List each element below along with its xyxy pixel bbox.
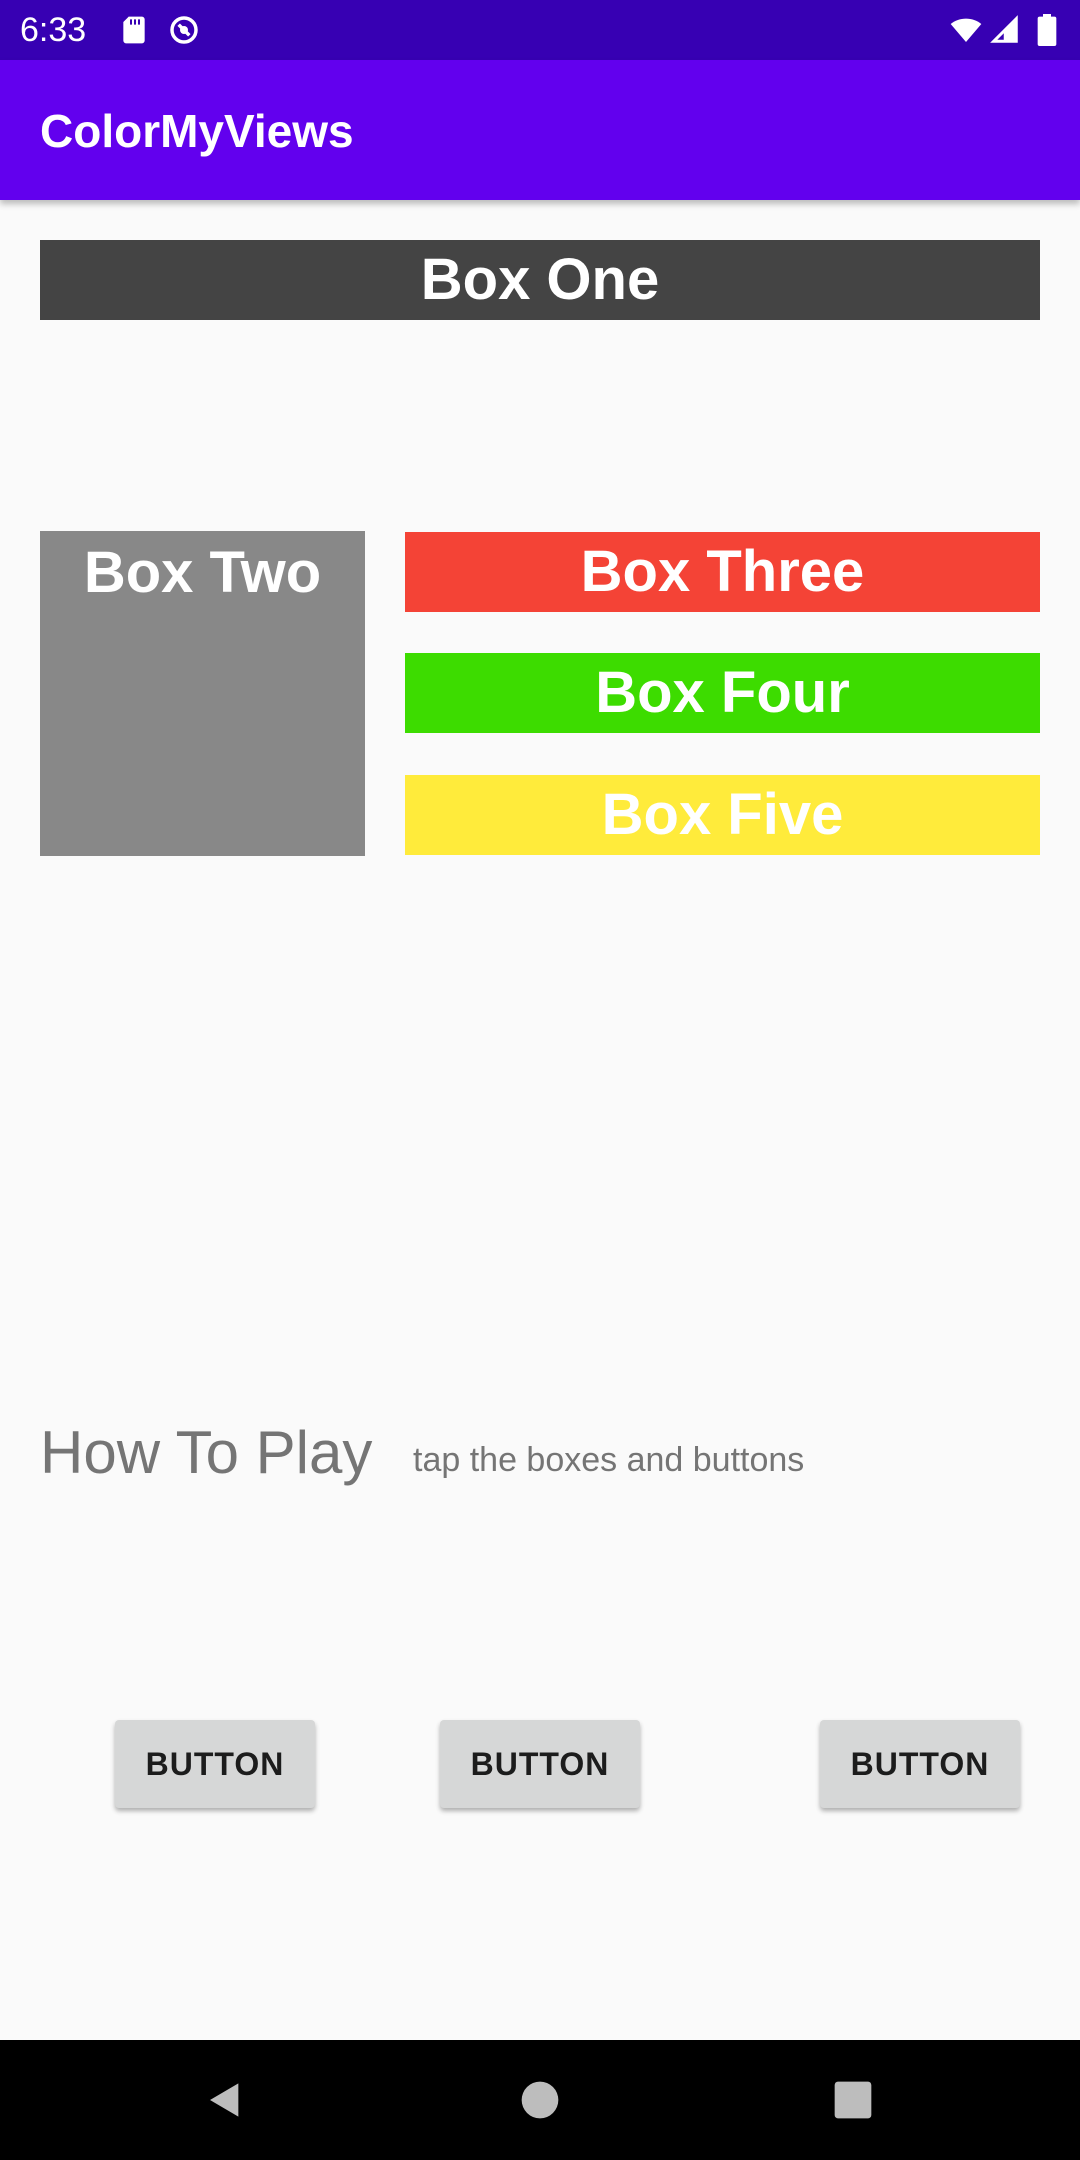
- how-to-play-label: How To Play: [40, 1419, 373, 1486]
- status-time: 6:33: [20, 11, 87, 49]
- box-two[interactable]: Box Two: [40, 531, 365, 856]
- app-title: ColorMyViews: [40, 105, 354, 157]
- yellow-button[interactable]: BUTTON: [440, 1720, 640, 1808]
- battery-icon: [1036, 14, 1058, 46]
- app-bar: ColorMyViews: [0, 60, 1080, 200]
- signal-icon: [990, 14, 1020, 46]
- box-five[interactable]: Box Five: [405, 775, 1040, 855]
- back-icon[interactable]: [205, 2080, 245, 2120]
- red-button[interactable]: BUTTON: [115, 1720, 315, 1808]
- sync-icon: [168, 14, 200, 46]
- green-button[interactable]: BUTTON: [820, 1720, 1020, 1808]
- box-four[interactable]: Box Four: [405, 653, 1040, 733]
- box-three[interactable]: Box Three: [405, 532, 1040, 612]
- navigation-bar: [0, 2040, 1080, 2160]
- box-one[interactable]: Box One: [40, 240, 1040, 320]
- wifi-icon: [948, 14, 984, 46]
- sd-card-icon: [118, 14, 150, 46]
- home-icon[interactable]: [520, 2080, 560, 2120]
- recents-icon[interactable]: [833, 2080, 873, 2120]
- status-bar: 6:33: [0, 0, 1080, 60]
- screen: 6:33 ColorMyViews Box One Box Two Box Th…: [0, 0, 1080, 2160]
- how-to-play-text: tap the boxes and buttons: [413, 1441, 805, 1479]
